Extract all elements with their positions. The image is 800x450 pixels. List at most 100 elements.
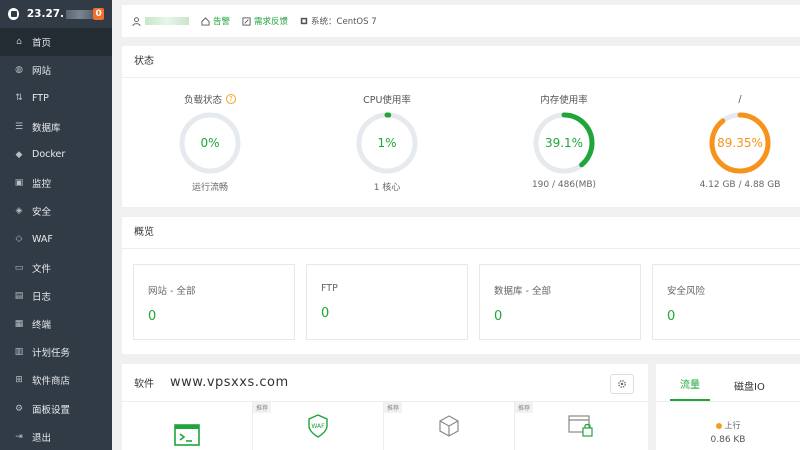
disk-label: /	[738, 93, 742, 105]
sidebar-item-label: 网站	[32, 66, 52, 78]
watermark-text: www.vpsxxs.com	[170, 375, 289, 390]
notification-badge[interactable]: 0	[93, 8, 104, 20]
sidebar-item-site[interactable]: ◍ 网站	[0, 56, 112, 84]
log-icon: ▤	[14, 290, 24, 301]
card-label: 网站 - 全部	[148, 286, 196, 297]
software-item-container[interactable]: 推荐	[384, 402, 515, 450]
load-ring: 0%	[179, 112, 241, 174]
sidebar-item-files[interactable]: ▭ 文件	[0, 254, 112, 282]
sidebar-item-label: 数据库	[32, 122, 61, 134]
gear-icon	[618, 380, 626, 388]
panel-logo-icon	[8, 8, 19, 20]
system-info: 系统：CentOS 7	[300, 15, 377, 27]
sidebar-item-terminal[interactable]: ▦ 终端	[0, 310, 112, 338]
cube-app-icon	[439, 415, 459, 437]
memory-ring: 39.1%	[533, 112, 595, 174]
sidebar-item-home[interactable]: ⌂ 首页	[0, 28, 112, 57]
software-item-waf[interactable]: 推荐 WAF	[253, 402, 384, 450]
waf-shield-icon: ◇	[15, 234, 23, 245]
card-value[interactable]: 0	[667, 309, 800, 324]
sidebar-item-label: 日志	[32, 291, 52, 303]
database-icon: ☰	[14, 121, 24, 132]
sidebar-item-docker[interactable]: ◆ Docker	[0, 141, 112, 169]
sidebar-item-settings[interactable]: ⚙ 面板设置	[0, 394, 112, 422]
help-icon[interactable]: ?	[226, 94, 236, 104]
sidebar-item-ftp[interactable]: ⇅ FTP	[0, 84, 112, 112]
user-info[interactable]	[132, 16, 189, 26]
load-label: 负载状态	[183, 95, 222, 106]
recommend-tag: 推荐	[253, 402, 272, 413]
software-item-terminal[interactable]	[122, 402, 253, 450]
system-label: 系统：CentOS 7	[311, 17, 377, 27]
sidebar-item-security[interactable]: ◈ 安全	[0, 197, 112, 225]
username-masked	[145, 17, 189, 25]
feedback-label: 需求反馈	[254, 17, 289, 27]
status-title: 状态	[122, 46, 800, 78]
memory-gauge[interactable]: 内存使用率 39.1% 190 / 486(MB)	[494, 92, 634, 190]
home-alert-icon	[201, 16, 210, 26]
sidebar-item-waf[interactable]: ◇ WAF	[0, 225, 112, 253]
docker-icon: ◆	[15, 149, 23, 160]
home-icon: ⌂	[16, 37, 22, 48]
calendar-icon: ▥	[14, 347, 24, 358]
overview-card-ftp[interactable]: FTP 0	[306, 264, 468, 340]
cpu-sub: 1 核心	[373, 183, 401, 193]
card-value[interactable]: 0	[321, 306, 467, 321]
sidebar-item-store[interactable]: ⊞ 软件商店	[0, 366, 112, 394]
software-settings-button[interactable]	[610, 374, 634, 394]
disk-ring: 89.35%	[709, 112, 771, 174]
terminal-icon: ▦	[14, 318, 24, 329]
recommend-tag: 推荐	[515, 402, 534, 413]
sidebar-item-monitor[interactable]: ▣ 监控	[0, 169, 112, 197]
disk-sub: 4.12 GB / 4.88 GB	[699, 180, 781, 190]
overview-panel: 概览 网站 - 全部 0 FTP 0 数据库 - 全部 0 安全风险 0	[122, 217, 800, 354]
top-bar: 告警 需求反馈 系统：CentOS 7	[122, 5, 800, 37]
cpu-gauge[interactable]: CPU使用率 1% 1 核心	[317, 92, 457, 193]
overview-card-database[interactable]: 数据库 - 全部 0	[479, 264, 641, 340]
overview-title: 概览	[122, 217, 800, 249]
sidebar-item-label: 计划任务	[32, 348, 71, 360]
alerts-link[interactable]: 告警	[201, 15, 230, 27]
sidebar-item-label: FTP	[32, 92, 49, 104]
waf-app-icon: WAF	[308, 414, 328, 438]
sidebar-item-cron[interactable]: ▥ 计划任务	[0, 338, 112, 366]
lock-window-app-icon	[567, 415, 593, 437]
edit-icon	[242, 16, 251, 26]
sidebar-item-label: WAF	[32, 233, 53, 245]
card-value[interactable]: 0	[494, 309, 640, 324]
upload-label: 上行	[724, 421, 741, 430]
gauge-value: 0%	[200, 136, 219, 150]
sidebar-item-db[interactable]: ☰ 数据库	[0, 113, 112, 141]
ip-masked-segment	[66, 9, 94, 19]
load-gauge[interactable]: 负载状态? 0% 运行流畅	[140, 92, 280, 193]
recommend-tag: 推荐	[384, 402, 403, 413]
overview-card-security[interactable]: 安全风险 0	[652, 264, 800, 340]
cpu-label: CPU使用率	[363, 95, 411, 106]
sidebar-item-logs[interactable]: ▤ 日志	[0, 282, 112, 310]
software-item-security-tool[interactable]: 推荐	[515, 402, 646, 450]
card-label: 安全风险	[667, 286, 706, 297]
software-title: 软件	[134, 379, 154, 390]
grid-icon: ⊞	[15, 375, 23, 386]
load-sub: 运行流畅	[191, 183, 228, 193]
gauge-value: 1%	[377, 136, 396, 150]
upload-legend-dot	[715, 422, 722, 429]
folder-icon: ▭	[14, 262, 24, 273]
server-header[interactable]: 23.27. 0	[0, 0, 112, 28]
card-value[interactable]: 0	[148, 309, 294, 324]
disk-gauge[interactable]: / 89.35% 4.12 GB / 4.88 GB	[670, 92, 800, 191]
tab-disk-io[interactable]: 磁盘IO	[724, 378, 775, 401]
traffic-panel: 流量 磁盘IO 上行 0.86 KB	[656, 364, 800, 450]
sidebar-item-label: 文件	[32, 263, 52, 275]
sidebar-item-logout[interactable]: ⇥ 退出	[0, 423, 112, 450]
globe-icon: ◍	[15, 65, 23, 76]
terminal-app-icon	[174, 424, 200, 446]
user-icon	[132, 16, 141, 26]
tab-traffic[interactable]: 流量	[670, 376, 710, 401]
card-label: 数据库 - 全部	[494, 286, 551, 297]
settings-icon: ⚙	[14, 403, 24, 414]
sidebar-item-label: 首页	[32, 38, 52, 50]
feedback-link[interactable]: 需求反馈	[242, 15, 288, 27]
card-label: FTP	[321, 283, 338, 294]
overview-card-sites[interactable]: 网站 - 全部 0	[133, 264, 295, 340]
